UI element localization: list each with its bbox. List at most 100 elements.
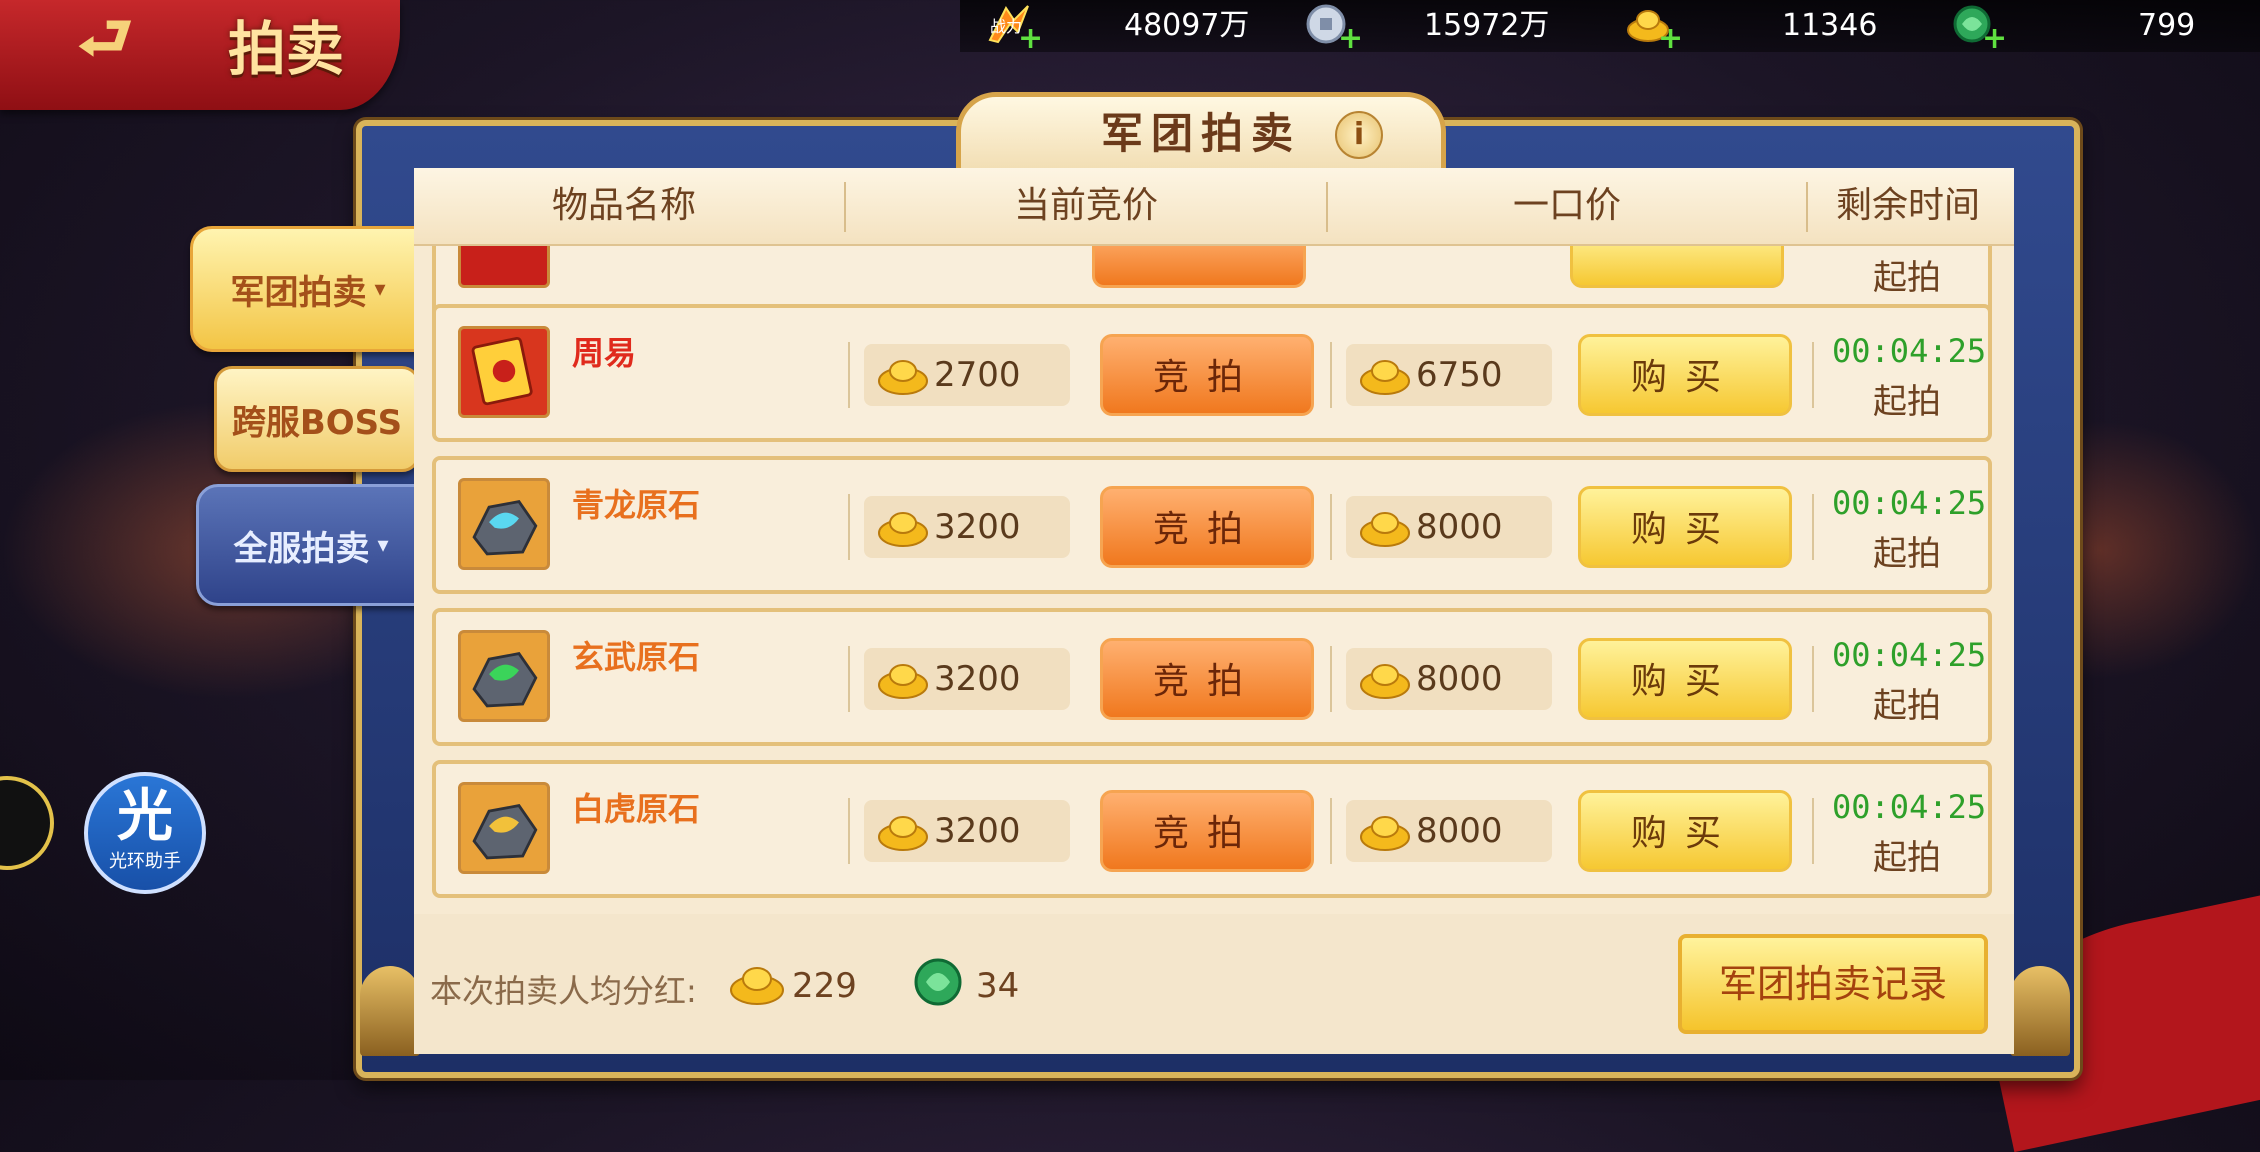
cell-divider (1330, 494, 1332, 560)
panel-title-plate: 军团拍卖 i (956, 92, 1446, 180)
current-bid-value: 3200 (934, 659, 1021, 699)
gold-ingot-icon (878, 664, 928, 699)
column-header-time-left: 剩余时间 (1835, 185, 1980, 226)
bid-button-partial[interactable] (1092, 246, 1306, 288)
tab-legion-auction[interactable]: 军团拍卖 ▾ (190, 226, 426, 352)
current-bid-box: 3200 (864, 496, 1070, 558)
jade-value: 799 (2138, 8, 2196, 43)
cell-divider (848, 798, 850, 864)
buyout-value: 8000 (1416, 659, 1503, 699)
cell-divider (848, 494, 850, 560)
gold-value: 11346 (1782, 8, 1878, 43)
auction-list[interactable]: 起拍 周易 2700 竞拍 6750 购买 00:04:25 起拍 青龙原石 3… (432, 246, 1996, 906)
halo-helper-label: 光环助手 (109, 851, 181, 872)
frame-corner-right (2010, 966, 2070, 1056)
azure-dragon-stone-icon (458, 478, 550, 570)
tab-cross-server-boss-label: 跨服BOSS (231, 402, 403, 443)
cell-divider (1812, 342, 1814, 408)
cell-divider (848, 342, 850, 408)
buyout-value: 8000 (1416, 811, 1503, 851)
add-combat-power-icon[interactable]: + (1018, 24, 1043, 54)
buyout-price-box: 8000 (1346, 800, 1552, 862)
add-jade-icon[interactable]: + (1982, 24, 2007, 54)
back-button[interactable]: ⮐ (40, 7, 170, 69)
current-bid-box: 3200 (864, 800, 1070, 862)
dividend-label: 本次拍卖人均分红: (430, 972, 697, 1010)
table-row: 玄武原石 3200 竞拍 8000 购买 00:04:25 起拍 (432, 608, 1992, 746)
current-bid-box: 3200 (864, 648, 1070, 710)
column-header-current-bid: 当前竞价 (1013, 185, 1158, 226)
buyout-price-box: 8000 (1346, 496, 1552, 558)
buyout-price-box: 8000 (1346, 648, 1552, 710)
white-tiger-stone-icon (458, 782, 550, 874)
column-header-item-name: 物品名称 (551, 185, 696, 226)
time-remaining: 00:04:25 (1832, 788, 1987, 826)
table-header: 物品名称 当前竞价 一口价 剩余时间 (414, 168, 2014, 246)
gold-ingot-icon (878, 360, 928, 395)
top-left-banner: ⮐ 拍卖 (0, 0, 400, 110)
cell-divider (1812, 798, 1814, 864)
chevron-down-icon: ▾ (377, 532, 389, 558)
item-name: 周易 (572, 334, 637, 372)
tab-legion-auction-label: 军团拍卖 (230, 272, 367, 313)
info-button[interactable]: i (1335, 111, 1383, 159)
cell-divider (1330, 798, 1332, 864)
buy-button-partial[interactable] (1570, 246, 1784, 288)
cell-divider (848, 646, 850, 712)
bid-button[interactable]: 竞拍 (1100, 638, 1314, 720)
combat-power-value: 48097万 (1124, 8, 1250, 43)
gold-ingot-icon (878, 512, 928, 547)
gold-ingot-icon (1360, 360, 1410, 395)
frame-corner-left (360, 966, 420, 1056)
time-remaining: 00:04:25 (1832, 636, 1987, 674)
tab-server-auction[interactable]: 全服拍卖 ▾ (196, 484, 426, 606)
cell-divider (1812, 494, 1814, 560)
buy-button[interactable]: 购买 (1578, 790, 1792, 872)
add-silver-icon[interactable]: + (1338, 24, 1363, 54)
current-bid-box: 2700 (864, 344, 1070, 406)
add-gold-icon[interactable]: + (1658, 24, 1683, 54)
buyout-value: 8000 (1416, 507, 1503, 547)
gold-ingot-icon (1360, 512, 1410, 547)
cell-divider (1330, 646, 1332, 712)
item-name: 青龙原石 (572, 486, 701, 524)
buyout-value: 6750 (1416, 355, 1503, 395)
book-icon (458, 326, 550, 418)
tab-server-auction-label: 全服拍卖 (233, 528, 370, 569)
dividend-jade-value: 34 (976, 966, 1020, 1006)
cell-divider (1812, 646, 1814, 712)
table-row: 周易 2700 竞拍 6750 购买 00:04:25 起拍 (432, 304, 1992, 442)
resource-bar: 战力 + 48097万 + 15972万 + 11346 + 799 (960, 0, 2260, 54)
buy-button[interactable]: 购买 (1578, 638, 1792, 720)
chevron-down-icon: ▾ (374, 276, 386, 302)
item-name: 玄武原石 (572, 638, 701, 676)
tab-cross-server-boss[interactable]: 跨服BOSS (214, 366, 420, 472)
halo-helper-glyph: 光 (117, 784, 173, 849)
halo-helper-button[interactable]: 光 光环助手 (84, 772, 206, 894)
column-header-buyout: 一口价 (1512, 185, 1621, 226)
table-row: 白虎原石 3200 竞拍 8000 购买 00:04:25 起拍 (432, 760, 1992, 898)
time-status: 起拍 (1873, 686, 1941, 726)
bid-button[interactable]: 竞拍 (1100, 486, 1314, 568)
bid-button[interactable]: 竞拍 (1100, 334, 1314, 416)
floating-shortcut-icon[interactable] (0, 776, 54, 870)
gold-ingot-icon (878, 816, 928, 851)
legion-auction-record-button[interactable]: 军团拍卖记录 (1678, 934, 1988, 1034)
buyout-price-box: 6750 (1346, 344, 1552, 406)
cell-divider (1330, 342, 1332, 408)
buy-button[interactable]: 购买 (1578, 334, 1792, 416)
time-remaining: 00:04:25 (1832, 484, 1987, 522)
silver-value: 15972万 (1424, 8, 1550, 43)
item-name: 白虎原石 (572, 790, 701, 828)
jade-token-icon (914, 958, 962, 1006)
time-remaining: 00:04:25 (1832, 332, 1987, 370)
gold-ingot-icon (1360, 816, 1410, 851)
gold-ingot-icon (730, 967, 784, 1005)
bid-button[interactable]: 竞拍 (1100, 790, 1314, 872)
black-tortoise-stone-icon (458, 630, 550, 722)
item-icon-partial (458, 246, 550, 288)
buy-button[interactable]: 购买 (1578, 486, 1792, 568)
page-title: 拍卖 (228, 15, 345, 83)
gold-ingot-icon (1360, 664, 1410, 699)
current-bid-value: 3200 (934, 507, 1021, 547)
